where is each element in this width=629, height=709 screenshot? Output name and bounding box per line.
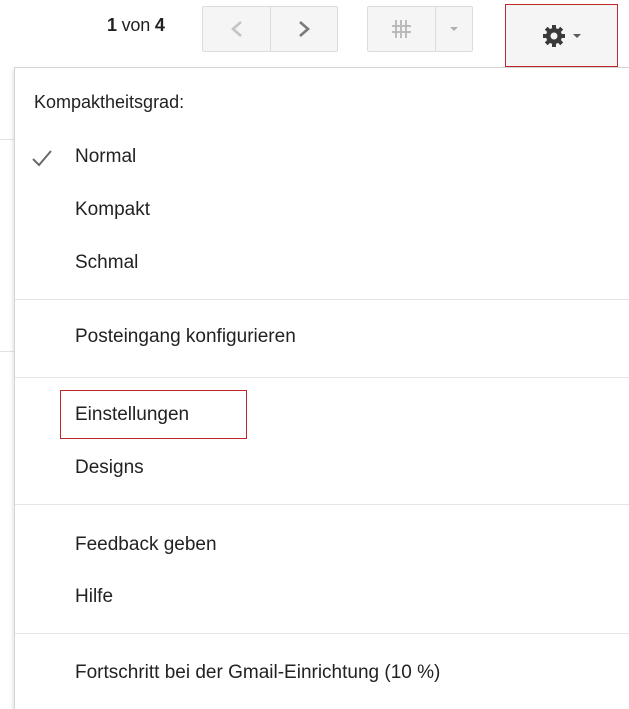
settings-item[interactable]: Einstellungen xyxy=(75,404,189,426)
feedback-item[interactable]: Feedback geben xyxy=(75,534,217,556)
pagination-buttons xyxy=(202,6,338,52)
input-tools-group xyxy=(367,6,473,52)
input-tools-button[interactable] xyxy=(368,7,435,51)
pager-of: von xyxy=(121,15,151,35)
background-divider xyxy=(0,351,14,352)
gmail-setup-progress-item[interactable]: Fortschritt bei der Gmail-Einrichtung (1… xyxy=(75,662,440,684)
density-option-schmal[interactable]: Schmal xyxy=(75,252,138,274)
help-item[interactable]: Hilfe xyxy=(75,586,113,608)
menu-divider xyxy=(15,504,629,505)
gear-icon xyxy=(542,24,565,47)
next-button[interactable] xyxy=(270,7,337,51)
pager-current: 1 xyxy=(107,15,117,35)
checkmark-icon xyxy=(32,150,52,167)
menu-divider xyxy=(15,377,629,378)
previous-button[interactable] xyxy=(203,7,270,51)
pager-total: 4 xyxy=(154,15,165,35)
input-tools-dropdown[interactable] xyxy=(434,7,472,51)
density-option-kompakt[interactable]: Kompakt xyxy=(75,199,150,221)
density-heading: Kompaktheitsgrad: xyxy=(34,92,185,112)
chevron-left-icon xyxy=(230,21,242,37)
toolbar: 1 von 4 xyxy=(0,0,629,70)
density-option-normal[interactable]: Normal xyxy=(75,146,136,168)
pagination-text: 1 von 4 xyxy=(107,15,165,36)
settings-menu: Kompaktheitsgrad: Normal Kompakt Schmal … xyxy=(14,67,629,709)
keyboard-input-icon xyxy=(392,20,412,38)
configure-inbox-item[interactable]: Posteingang konfigurieren xyxy=(75,326,296,348)
themes-item[interactable]: Designs xyxy=(75,457,144,479)
chevron-right-icon xyxy=(299,21,310,37)
background-divider xyxy=(0,139,14,140)
menu-divider xyxy=(15,633,629,634)
menu-divider xyxy=(15,299,629,300)
caret-down-icon xyxy=(449,27,458,31)
settings-button[interactable] xyxy=(505,4,618,67)
caret-down-icon xyxy=(572,33,581,38)
